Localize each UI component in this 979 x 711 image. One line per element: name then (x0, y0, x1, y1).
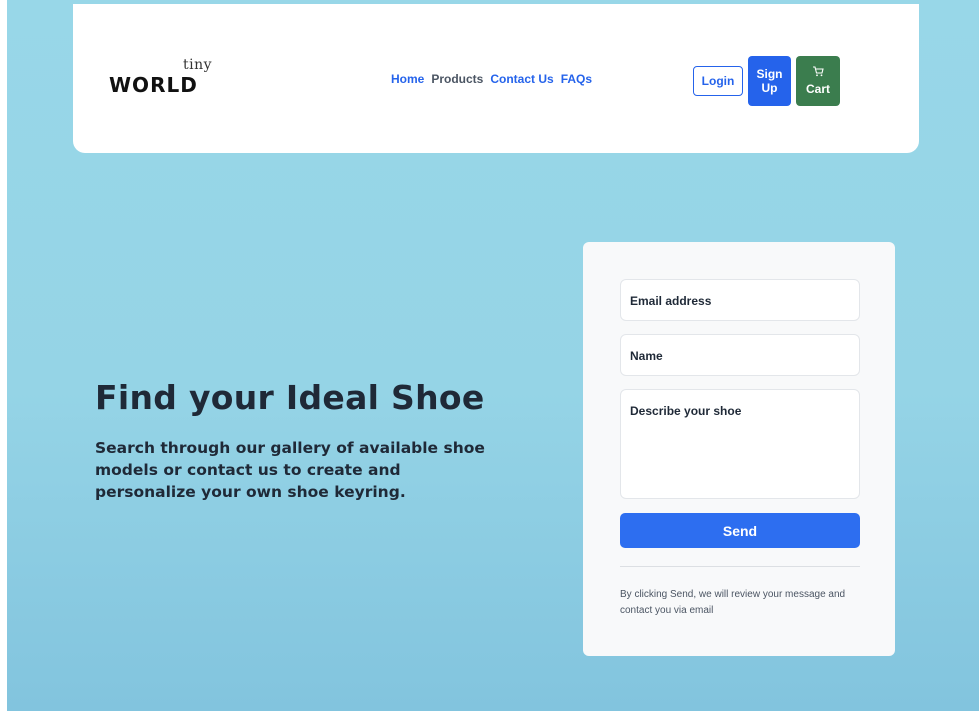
logo-world-text: WORLD (109, 73, 198, 97)
nav-products-link[interactable]: Products (431, 72, 483, 86)
description-textarea[interactable]: Describe your shoe (620, 389, 860, 499)
send-button[interactable]: Send (620, 513, 860, 548)
navbar: tiny WORLD Home Products Contact Us FAQs… (73, 4, 919, 153)
hero-subtext: Search through our gallery of available … (95, 439, 485, 501)
hero-headline: Find your Ideal Shoe (95, 378, 485, 417)
cart-label: Cart (805, 82, 830, 96)
cart-button[interactable]: Cart (796, 56, 840, 106)
email-input[interactable]: Email address (620, 279, 860, 321)
signup-button[interactable]: Sign Up (748, 56, 791, 106)
nav-home-link[interactable]: Home (391, 72, 424, 86)
contact-form-card: Email address Name Describe your shoe Se… (583, 242, 895, 656)
nav-faqs-link[interactable]: FAQs (561, 72, 592, 86)
brand-logo[interactable]: tiny WORLD (109, 57, 212, 101)
name-input[interactable]: Name (620, 334, 860, 376)
logo-tiny-text: tiny (183, 57, 213, 73)
nav-contact-link[interactable]: Contact Us (490, 72, 553, 86)
cart-icon (812, 66, 824, 80)
nav-links: Home Products Contact Us FAQs (391, 72, 592, 86)
form-divider (620, 566, 860, 567)
form-note: By clicking Send, we will review your me… (620, 589, 846, 616)
login-button[interactable]: Login (693, 66, 743, 96)
